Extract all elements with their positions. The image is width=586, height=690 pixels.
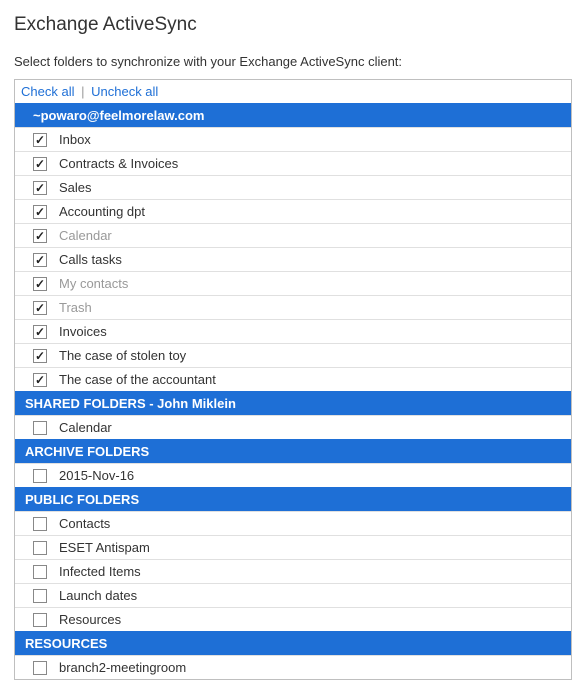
folder-label: Contracts & Invoices (59, 156, 178, 171)
folder-row: Resources (15, 607, 571, 631)
check-links-row: Check all | Uncheck all (15, 80, 571, 103)
folder-row: Launch dates (15, 583, 571, 607)
folder-row: Trash (15, 295, 571, 319)
folder-label: Contacts (59, 516, 110, 531)
instruction-text: Select folders to synchronize with your … (14, 54, 572, 69)
folder-row: ESET Antispam (15, 535, 571, 559)
page-title: Exchange ActiveSync (14, 14, 572, 36)
folder-row: Accounting dpt (15, 199, 571, 223)
folder-checkbox[interactable] (33, 133, 47, 147)
folder-label: Calendar (59, 228, 112, 243)
folder-checkbox[interactable] (33, 157, 47, 171)
section-header: PUBLIC FOLDERS (15, 487, 571, 511)
folder-row: 2015-Nov-16 (15, 463, 571, 487)
folder-label: Calls tasks (59, 252, 122, 267)
folder-label: Infected Items (59, 564, 141, 579)
section-header: RESOURCES (15, 631, 571, 655)
folder-label: 2015-Nov-16 (59, 468, 134, 483)
folder-label: Sales (59, 180, 92, 195)
folder-row: Calls tasks (15, 247, 571, 271)
section-header: ARCHIVE FOLDERS (15, 439, 571, 463)
folder-checkbox[interactable] (33, 589, 47, 603)
folder-row: Contracts & Invoices (15, 151, 571, 175)
folder-checkbox[interactable] (33, 469, 47, 483)
folder-label: Inbox (59, 132, 91, 147)
folder-checkbox[interactable] (33, 301, 47, 315)
section-header: SHARED FOLDERS - John Miklein (15, 391, 571, 415)
folder-checkbox[interactable] (33, 541, 47, 555)
folder-label: Launch dates (59, 588, 137, 603)
folder-checkbox[interactable] (33, 613, 47, 627)
check-all-link[interactable]: Check all (21, 84, 74, 99)
folder-label: My contacts (59, 276, 128, 291)
uncheck-all-link[interactable]: Uncheck all (91, 84, 158, 99)
folder-checkbox[interactable] (33, 325, 47, 339)
folder-row: Contacts (15, 511, 571, 535)
folder-label: ESET Antispam (59, 540, 150, 555)
folder-row: branch2-meetingroom (15, 655, 571, 679)
folder-row: Calendar (15, 223, 571, 247)
folder-checkbox[interactable] (33, 661, 47, 675)
folder-row: Infected Items (15, 559, 571, 583)
folder-label: The case of the accountant (59, 372, 216, 387)
folder-checkbox[interactable] (33, 565, 47, 579)
folder-row: The case of stolen toy (15, 343, 571, 367)
folder-checkbox[interactable] (33, 229, 47, 243)
folder-checkbox[interactable] (33, 517, 47, 531)
folder-checkbox[interactable] (33, 373, 47, 387)
link-separator: | (81, 84, 84, 99)
folder-row: The case of the accountant (15, 367, 571, 391)
folder-row: Invoices (15, 319, 571, 343)
folder-checkbox[interactable] (33, 349, 47, 363)
folder-table: Check all | Uncheck all ~powaro@feelmore… (14, 79, 572, 680)
folder-label: Accounting dpt (59, 204, 145, 219)
folder-label: The case of stolen toy (59, 348, 186, 363)
folder-row: My contacts (15, 271, 571, 295)
folder-checkbox[interactable] (33, 421, 47, 435)
folder-label: Calendar (59, 420, 112, 435)
folder-row: Calendar (15, 415, 571, 439)
folder-row: Sales (15, 175, 571, 199)
folder-label: Invoices (59, 324, 107, 339)
folder-checkbox[interactable] (33, 253, 47, 267)
folder-checkbox[interactable] (33, 205, 47, 219)
folder-label: Resources (59, 612, 121, 627)
folder-checkbox[interactable] (33, 277, 47, 291)
folder-row: Inbox (15, 127, 571, 151)
folder-label: branch2-meetingroom (59, 660, 186, 675)
folder-checkbox[interactable] (33, 181, 47, 195)
section-header: ~powaro@feelmorelaw.com (15, 103, 571, 127)
folder-label: Trash (59, 300, 92, 315)
